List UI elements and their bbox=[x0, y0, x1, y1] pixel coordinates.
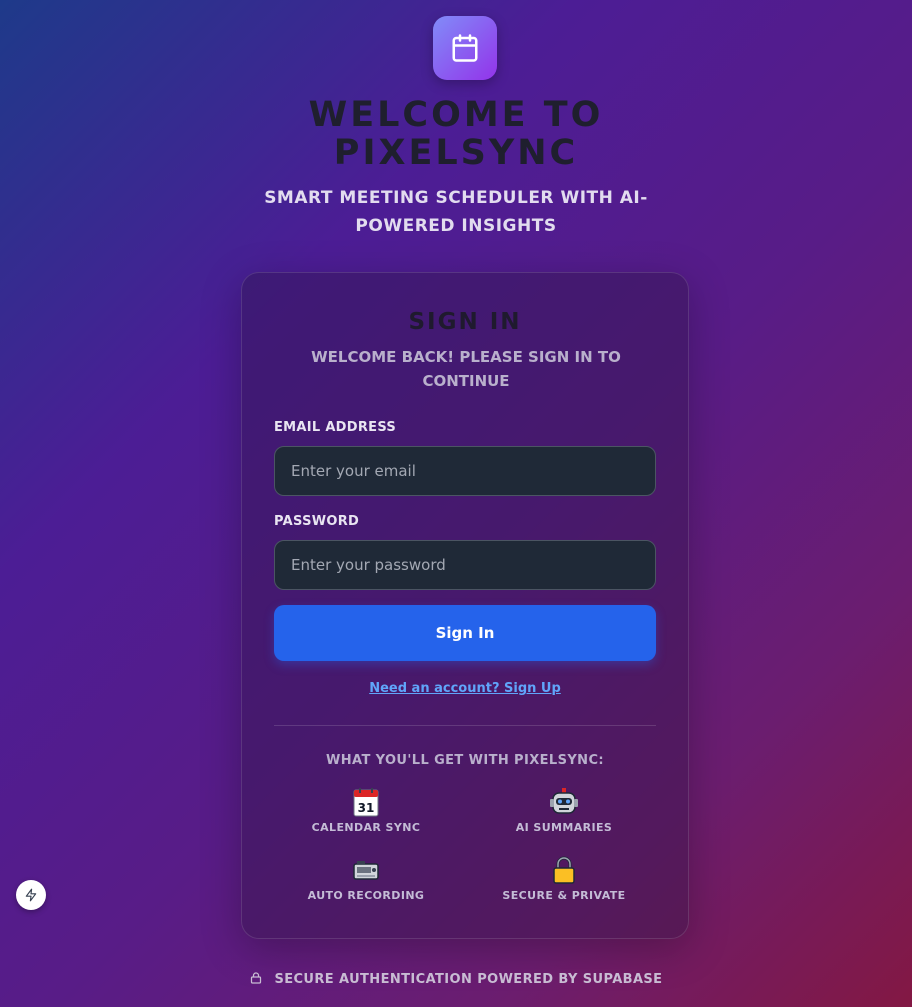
video-recorder-icon bbox=[353, 861, 379, 880]
card-subtitle-line2: CONTINUE bbox=[422, 372, 510, 390]
card-subtitle: WELCOME BACK! PLEASE SIGN IN TO CONTINUE bbox=[292, 345, 640, 393]
feature-auto-recording: AUTO RECORDING bbox=[266, 855, 466, 902]
card-title: SIGN IN bbox=[408, 309, 522, 335]
card-subtitle-line1: WELCOME BACK! PLEASE SIGN IN TO bbox=[311, 348, 621, 366]
calendar-icon bbox=[452, 34, 478, 62]
page-title-line1: WELCOME TO bbox=[308, 95, 604, 135]
feature-calendar-sync: 31 CALENDAR SYNC bbox=[266, 787, 466, 834]
lock-icon bbox=[250, 972, 261, 984]
signin-card: SIGN IN WELCOME BACK! PLEASE SIGN IN TO … bbox=[241, 272, 689, 939]
feature-label: AI SUMMARIES bbox=[515, 821, 613, 834]
footer: SECURE AUTHENTICATION POWERED BY SUPABAS… bbox=[0, 972, 912, 987]
footer-text: SECURE AUTHENTICATION POWERED BY SUPABAS… bbox=[274, 972, 663, 987]
feature-ai-summaries: AI SUMMARIES bbox=[464, 787, 664, 834]
email-field[interactable] bbox=[274, 446, 656, 496]
lock-icon bbox=[553, 856, 575, 884]
password-field[interactable] bbox=[274, 540, 656, 590]
feature-label: CALENDAR SYNC bbox=[311, 821, 421, 834]
feature-secure-private: SECURE & PRIVATE bbox=[464, 855, 664, 902]
email-label: EMAIL ADDRESS bbox=[274, 420, 397, 435]
divider bbox=[274, 725, 656, 726]
svg-text:31: 31 bbox=[358, 801, 375, 815]
feature-label: AUTO RECORDING bbox=[307, 889, 425, 902]
feature-label: SECURE & PRIVATE bbox=[502, 889, 626, 902]
page-title-line2: PIXELSYNC bbox=[333, 133, 579, 173]
features-title: WHAT YOU'LL GET WITH PIXELSYNC: bbox=[325, 753, 605, 768]
sign-up-link[interactable]: Need an account? Sign Up bbox=[242, 681, 688, 696]
robot-icon bbox=[550, 788, 578, 814]
page-subtitle: SMART MEETING SCHEDULER WITH AI- POWERED… bbox=[0, 184, 912, 240]
calendar-icon: 31 bbox=[353, 788, 379, 817]
sign-in-button[interactable]: Sign In bbox=[274, 605, 656, 661]
page-title: WELCOME TO PIXELSYNC bbox=[0, 96, 912, 172]
page-subtitle-line1: SMART MEETING SCHEDULER WITH AI- bbox=[264, 188, 648, 208]
password-label: PASSWORD bbox=[274, 514, 360, 529]
app-logo bbox=[433, 16, 497, 80]
lightning-bolt-icon[interactable] bbox=[16, 880, 46, 910]
page-subtitle-line2: POWERED INSIGHTS bbox=[355, 216, 557, 236]
